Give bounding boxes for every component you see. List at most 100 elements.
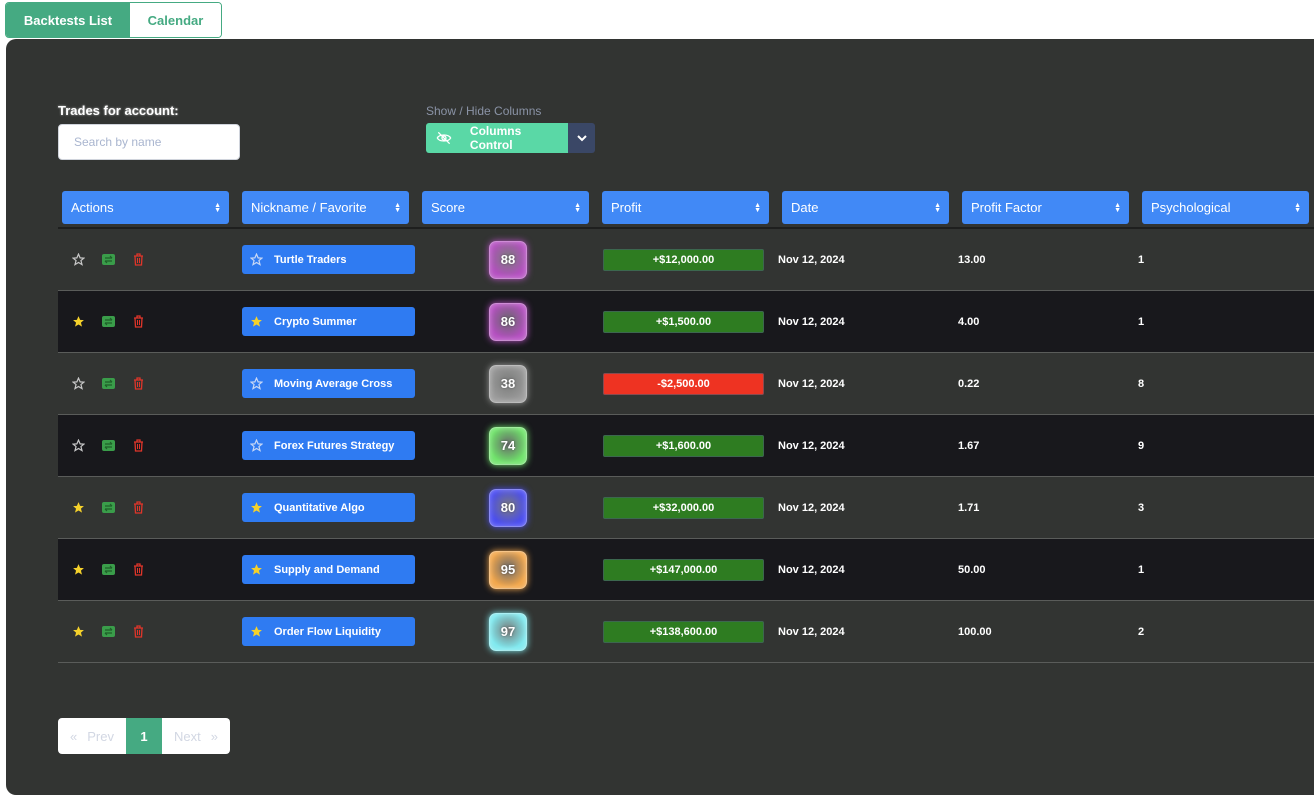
table-body: Turtle Traders 88 +$12,000.00 Nov 12, 2024 1… — [58, 229, 1314, 663]
favorite-star-icon[interactable] — [70, 252, 86, 268]
score-badge: 74 — [489, 426, 527, 465]
nickname-cell: Turtle Traders — [238, 229, 418, 290]
actions-cell — [58, 291, 238, 352]
favorite-star-filled-icon — [248, 625, 264, 638]
trash-icon[interactable] — [130, 624, 146, 640]
swap-icon[interactable] — [100, 314, 116, 330]
favorite-star-filled-icon — [248, 563, 264, 576]
nickname-label: Supply and Demand — [274, 563, 380, 576]
column-header-label: Nickname / Favorite — [251, 200, 367, 215]
nickname-cell: Order Flow Liquidity — [238, 601, 418, 662]
favorite-star-icon[interactable] — [70, 376, 86, 392]
trash-icon[interactable] — [130, 438, 146, 454]
trash-icon[interactable] — [130, 562, 146, 578]
profit-cell: +$1,600.00 — [598, 415, 778, 476]
favorite-star-filled-icon — [248, 315, 264, 328]
tab-backtests-list[interactable]: Backtests List — [6, 3, 130, 37]
column-header-psychological[interactable]: Psychological ▲ ▼ — [1142, 191, 1309, 224]
nickname-button[interactable]: Quantitative Algo — [242, 493, 415, 522]
column-header-label: Psychological — [1151, 200, 1231, 215]
date-cell: Nov 12, 2024 — [778, 315, 845, 328]
nickname-button[interactable]: Moving Average Cross — [242, 369, 415, 398]
actions-cell — [58, 539, 238, 600]
score-badge: 88 — [489, 240, 527, 279]
column-header-actions[interactable]: Actions ▲ ▼ — [62, 191, 229, 224]
trash-icon[interactable] — [130, 376, 146, 392]
profit-factor-cell: 1.71 — [958, 501, 980, 514]
nickname-button[interactable]: Crypto Summer — [242, 307, 415, 336]
score-cell: 97 — [418, 601, 598, 662]
eye-slash-icon — [436, 132, 452, 144]
profit-factor-cell: 1.67 — [958, 439, 980, 452]
favorite-star-filled-icon[interactable] — [70, 624, 86, 640]
column-header-date[interactable]: Date ▲ ▼ — [782, 191, 949, 224]
actions-cell — [58, 601, 238, 662]
column-header-label: Actions — [71, 200, 114, 215]
swap-icon[interactable] — [100, 376, 116, 392]
swap-icon[interactable] — [100, 562, 116, 578]
sort-icon: ▲ ▼ — [574, 201, 581, 214]
columns-control-label: Columns Control — [469, 124, 522, 152]
actions-cell — [58, 477, 238, 538]
actions-cell — [58, 229, 238, 290]
columns-control: Columns Control — [426, 123, 595, 153]
favorite-star-filled-icon — [248, 501, 264, 514]
favorite-star-icon — [248, 439, 264, 452]
double-chevron-right-icon: » — [210, 728, 218, 744]
column-header-label: Profit — [611, 200, 642, 215]
profit-factor-cell: 50.00 — [958, 563, 986, 576]
profit-cell: +$32,000.00 — [598, 477, 778, 538]
nickname-button[interactable]: Turtle Traders — [242, 245, 415, 274]
swap-icon[interactable] — [100, 624, 116, 640]
profit-value: +$32,000.00 — [603, 496, 764, 519]
favorite-star-filled-icon[interactable] — [70, 500, 86, 516]
prev-page-button[interactable]: « Prev — [58, 718, 126, 754]
psychological-cell: 3 — [1138, 501, 1145, 514]
pagination: « Prev 1 Next » — [58, 718, 230, 754]
nickname-button[interactable]: Supply and Demand — [242, 555, 415, 584]
nickname-button[interactable]: Forex Futures Strategy — [242, 431, 415, 460]
swap-icon[interactable] — [100, 438, 116, 454]
swap-icon[interactable] — [100, 252, 116, 268]
nickname-button[interactable]: Order Flow Liquidity — [242, 617, 415, 646]
psychological-cell: 1 — [1138, 315, 1145, 328]
nickname-cell: Quantitative Algo — [238, 477, 418, 538]
sort-icon: ▲ ▼ — [394, 201, 401, 214]
nickname-label: Forex Futures Strategy — [274, 439, 395, 452]
score-cell: 88 — [418, 229, 598, 290]
column-header-nickname-favorite[interactable]: Nickname / Favorite ▲ ▼ — [242, 191, 409, 224]
page-button-1[interactable]: 1 — [126, 718, 162, 754]
table-row: Forex Futures Strategy 74 +$1,600.00 Nov 12… — [58, 415, 1314, 477]
psychological-cell: 1 — [1138, 253, 1145, 266]
date-cell: Nov 12, 2024 — [778, 377, 845, 390]
profit-cell: -$2,500.00 — [598, 353, 778, 414]
backtests-panel: Trades for account: Show / Hide Columns … — [6, 39, 1314, 795]
backtests-table: Actions ▲ ▼ Nickname / Favorite ▲ ▼ Score ▲ ▼ Pro… — [58, 189, 1314, 663]
next-page-button[interactable]: Next » — [162, 718, 230, 754]
score-cell: 38 — [418, 353, 598, 414]
tab-calendar[interactable]: Calendar — [130, 3, 221, 37]
sort-icon: ▲ ▼ — [1294, 201, 1301, 214]
nickname-label: Turtle Traders — [274, 253, 347, 266]
column-header-profit-factor[interactable]: Profit Factor ▲ ▼ — [962, 191, 1129, 224]
column-header-profit[interactable]: Profit ▲ ▼ — [602, 191, 769, 224]
trash-icon[interactable] — [130, 252, 146, 268]
column-header-score[interactable]: Score ▲ ▼ — [422, 191, 589, 224]
search-input[interactable] — [58, 124, 240, 160]
score-cell: 74 — [418, 415, 598, 476]
favorite-star-filled-icon[interactable] — [70, 314, 86, 330]
favorite-star-icon[interactable] — [70, 438, 86, 454]
columns-dropdown-toggle[interactable] — [568, 123, 595, 153]
table-row: Order Flow Liquidity 97 +$138,600.00 Nov 12… — [58, 601, 1314, 663]
table-row: Turtle Traders 88 +$12,000.00 Nov 12, 2024 1… — [58, 229, 1314, 291]
profit-cell: +$138,600.00 — [598, 601, 778, 662]
account-label: Trades for account: — [58, 103, 179, 118]
columns-control-button[interactable]: Columns Control — [426, 123, 568, 153]
swap-icon[interactable] — [100, 500, 116, 516]
favorite-star-filled-icon[interactable] — [70, 562, 86, 578]
trash-icon[interactable] — [130, 314, 146, 330]
actions-cell — [58, 353, 238, 414]
sort-icon: ▲ ▼ — [934, 201, 941, 214]
nickname-label: Crypto Summer — [274, 315, 357, 328]
trash-icon[interactable] — [130, 500, 146, 516]
